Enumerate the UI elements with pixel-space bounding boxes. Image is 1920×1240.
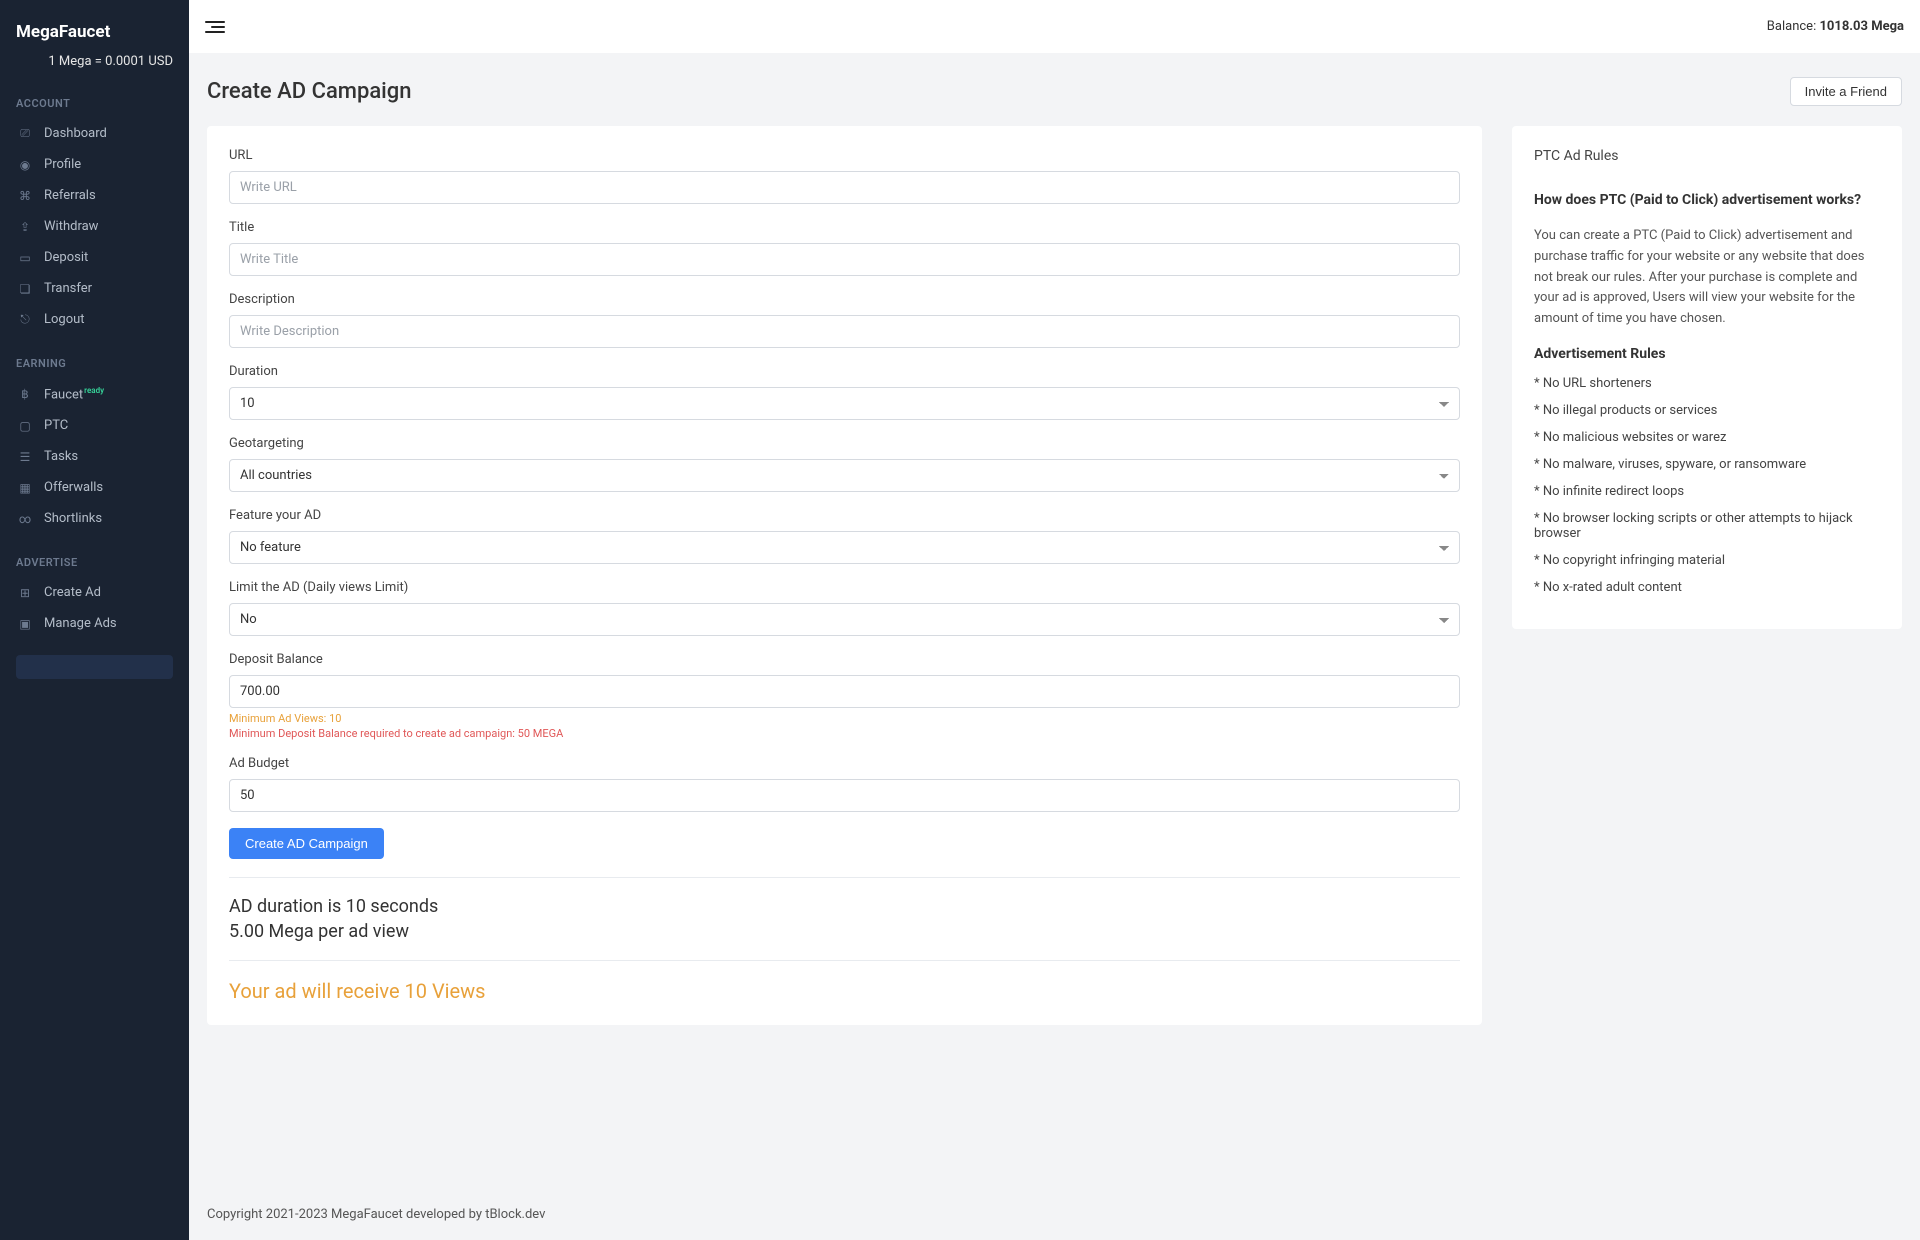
sidebar-item-dashboard[interactable]: ⎚ Dashboard bbox=[0, 118, 189, 149]
logout-icon: ⎋ bbox=[18, 313, 32, 327]
ad-icon: ▢ bbox=[18, 419, 32, 433]
rules-heading: PTC Ad Rules bbox=[1534, 148, 1880, 164]
rules-list: * No URL shorteners * No illegal product… bbox=[1534, 376, 1880, 595]
main: Balance: 1018.03 Mega Create AD Campaign… bbox=[189, 0, 1920, 1240]
feature-label: Feature your AD bbox=[229, 508, 1460, 523]
sidebar-item-label: Deposit bbox=[44, 250, 88, 265]
page-title: Create AD Campaign bbox=[207, 79, 412, 104]
sidebar-item-manage-ads[interactable]: ▣ Manage Ads bbox=[0, 608, 189, 639]
ready-badge: ready bbox=[84, 386, 104, 395]
brand-logo: MegaFaucet bbox=[0, 14, 189, 50]
rule-item: * No malware, viruses, spyware, or ranso… bbox=[1534, 457, 1880, 472]
sidebar-item-label: Referrals bbox=[44, 188, 96, 203]
rule-item: * No illegal products or services bbox=[1534, 403, 1880, 418]
rule-item: * No infinite redirect loops bbox=[1534, 484, 1880, 499]
rule-item: * No URL shorteners bbox=[1534, 376, 1880, 391]
rules-paragraph: You can create a PTC (Paid to Click) adv… bbox=[1534, 226, 1880, 330]
deposit-input[interactable] bbox=[229, 675, 1460, 708]
create-ad-submit-button[interactable]: Create AD Campaign bbox=[229, 828, 384, 859]
description-input[interactable] bbox=[229, 315, 1460, 348]
topbar: Balance: 1018.03 Mega bbox=[189, 0, 1920, 53]
rules-question: How does PTC (Paid to Click) advertiseme… bbox=[1534, 192, 1880, 208]
sidebar-item-label: PTC bbox=[44, 418, 68, 433]
sidebar-item-label: Withdraw bbox=[44, 219, 98, 234]
user-icon: ◉ bbox=[18, 158, 32, 172]
exchange-rate: 1 Mega = 0.0001 USD bbox=[0, 50, 189, 89]
deposit-label: Deposit Balance bbox=[229, 652, 1460, 667]
hint-min-deposit: Minimum Deposit Balance required to crea… bbox=[229, 727, 1460, 740]
sidebar: MegaFaucet 1 Mega = 0.0001 USD ACCOUNT ⎚… bbox=[0, 0, 189, 1240]
rule-item: * No browser locking scripts or other at… bbox=[1534, 511, 1880, 541]
geo-select[interactable]: All countries bbox=[229, 459, 1460, 492]
invite-friend-button[interactable]: Invite a Friend bbox=[1790, 77, 1902, 106]
budget-input[interactable] bbox=[229, 779, 1460, 812]
sidebar-item-label: Shortlinks bbox=[44, 511, 102, 526]
sidebar-heading-earning: EARNING bbox=[0, 349, 189, 378]
rules-subtitle: Advertisement Rules bbox=[1534, 346, 1880, 362]
link-icon: ∞ bbox=[18, 512, 32, 526]
tag-icon: ❏ bbox=[18, 282, 32, 296]
menu-toggle-icon[interactable] bbox=[205, 21, 225, 33]
feature-select[interactable]: No feature bbox=[229, 531, 1460, 564]
squares-icon: ▣ bbox=[18, 617, 32, 631]
title-label: Title bbox=[229, 220, 1460, 235]
sidebar-item-label: Faucetready bbox=[44, 386, 104, 402]
url-label: URL bbox=[229, 148, 1460, 163]
sidebar-item-withdraw[interactable]: ⇪ Withdraw bbox=[0, 211, 189, 242]
sidebar-item-referrals[interactable]: ⌘ Referrals bbox=[0, 180, 189, 211]
rule-item: * No x-rated adult content bbox=[1534, 580, 1880, 595]
sidebar-item-label: Dashboard bbox=[44, 126, 107, 141]
sidebar-heading-advertise: ADVERTISE bbox=[0, 548, 189, 577]
sidebar-item-label: Create Ad bbox=[44, 585, 101, 600]
sidebar-item-logout[interactable]: ⎋ Logout bbox=[0, 304, 189, 335]
bitcoin-icon: ฿ bbox=[18, 387, 32, 401]
description-label: Description bbox=[229, 292, 1460, 307]
sidebar-item-deposit[interactable]: ▭ Deposit bbox=[0, 242, 189, 273]
summary-rate: 5.00 Mega per ad view bbox=[229, 921, 1460, 942]
sidebar-heading-account: ACCOUNT bbox=[0, 89, 189, 118]
wallet-icon: ▭ bbox=[18, 251, 32, 265]
footer-copyright: Copyright 2021-2023 MegaFaucet developed… bbox=[189, 1189, 1920, 1240]
rule-item: * No copyright infringing material bbox=[1534, 553, 1880, 568]
limit-select[interactable]: No bbox=[229, 603, 1460, 636]
sidebar-item-label: Tasks bbox=[44, 449, 78, 464]
sidebar-item-label: Profile bbox=[44, 157, 81, 172]
create-ad-form-card: URL Title Description Duration 10 bbox=[207, 126, 1482, 1025]
sidebar-item-create-ad[interactable]: ⊞ Create Ad bbox=[0, 577, 189, 608]
sidebar-item-transfer[interactable]: ❏ Transfer bbox=[0, 273, 189, 304]
sidebar-item-label: Logout bbox=[44, 312, 85, 327]
balance-display: Balance: 1018.03 Mega bbox=[1767, 19, 1904, 34]
grid-icon: ▦ bbox=[18, 481, 32, 495]
plus-square-icon: ⊞ bbox=[18, 586, 32, 600]
upload-icon: ⇪ bbox=[18, 220, 32, 234]
duration-label: Duration bbox=[229, 364, 1460, 379]
list-icon: ☰ bbox=[18, 450, 32, 464]
sidebar-item-label: Offerwalls bbox=[44, 480, 103, 495]
sitemap-icon: ⌘ bbox=[18, 189, 32, 203]
sidebar-item-faucet[interactable]: ฿ Faucetready bbox=[0, 378, 189, 410]
limit-label: Limit the AD (Daily views Limit) bbox=[229, 580, 1460, 595]
sidebar-item-label: Manage Ads bbox=[44, 616, 117, 631]
budget-label: Ad Budget bbox=[229, 756, 1460, 771]
sidebar-item-tasks[interactable]: ☰ Tasks bbox=[0, 441, 189, 472]
url-input[interactable] bbox=[229, 171, 1460, 204]
duration-select[interactable]: 10 bbox=[229, 387, 1460, 420]
title-input[interactable] bbox=[229, 243, 1460, 276]
sliders-icon: ⎚ bbox=[18, 127, 32, 141]
summary-views: Your ad will receive 10 Views bbox=[229, 979, 1460, 1003]
rule-item: * No malicious websites or warez bbox=[1534, 430, 1880, 445]
sidebar-item-shortlinks[interactable]: ∞ Shortlinks bbox=[0, 503, 189, 534]
sidebar-item-ptc[interactable]: ▢ PTC bbox=[0, 410, 189, 441]
sidebar-placeholder-box bbox=[16, 655, 173, 679]
ptc-rules-card: PTC Ad Rules How does PTC (Paid to Click… bbox=[1512, 126, 1902, 629]
sidebar-item-profile[interactable]: ◉ Profile bbox=[0, 149, 189, 180]
sidebar-item-offerwalls[interactable]: ▦ Offerwalls bbox=[0, 472, 189, 503]
hint-min-views: Minimum Ad Views: 10 bbox=[229, 712, 1460, 725]
geo-label: Geotargeting bbox=[229, 436, 1460, 451]
summary-duration: AD duration is 10 seconds bbox=[229, 896, 1460, 917]
sidebar-item-label: Transfer bbox=[44, 281, 92, 296]
